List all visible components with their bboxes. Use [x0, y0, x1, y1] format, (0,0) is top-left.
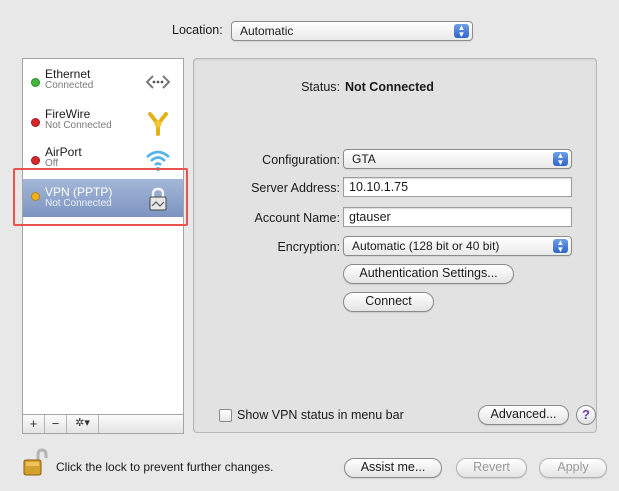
show-vpn-status-checkbox[interactable] [219, 409, 232, 422]
service-name: FireWire [45, 107, 91, 121]
revert-button[interactable]: Revert [456, 458, 527, 478]
service-status: Not Connected [45, 120, 112, 131]
ethernet-arrows-icon [145, 75, 171, 89]
status-dot-red [31, 156, 40, 165]
remove-service-button[interactable]: − [45, 415, 67, 433]
add-service-button[interactable]: + [23, 415, 45, 433]
configuration-value: GTA [352, 152, 376, 166]
account-name-label: Account Name: [254, 211, 340, 225]
service-name: AirPort [45, 145, 82, 159]
popup-arrows-icon: ▲ ▼ [454, 24, 469, 39]
status-label: Status: [301, 80, 340, 94]
server-address-field[interactable]: 10.10.1.75 [343, 177, 572, 197]
encryption-value: Automatic (128 bit or 40 bit) [352, 239, 500, 253]
action-menu-button[interactable]: ✲▾ [67, 415, 99, 433]
popup-arrows-icon: ▲ ▼ [553, 152, 568, 167]
server-address-label: Server Address: [251, 181, 340, 195]
service-item-ethernet[interactable]: Ethernet Connected [23, 65, 183, 105]
status-dot-green [31, 78, 40, 87]
service-name: Ethernet [45, 67, 91, 81]
selection-highlight-box [13, 168, 188, 226]
account-name-field[interactable]: gtauser [343, 207, 572, 227]
lock-hint-text: Click the lock to prevent further change… [56, 460, 274, 474]
status-value: Not Connected [345, 80, 434, 94]
encryption-label: Encryption: [277, 240, 340, 254]
connect-button[interactable]: Connect [343, 292, 434, 312]
service-status: Connected [45, 80, 94, 91]
apply-button[interactable]: Apply [539, 458, 607, 478]
popup-arrows-icon: ▲ ▼ [553, 239, 568, 254]
firewire-icon [148, 112, 168, 136]
service-list: Ethernet Connected FireWire Not Connecte… [22, 58, 184, 433]
configuration-label: Configuration: [262, 153, 340, 167]
show-vpn-status-label: Show VPN status in menu bar [237, 408, 404, 422]
location-popup[interactable]: Automatic ▲ ▼ [231, 21, 473, 41]
authentication-settings-button[interactable]: Authentication Settings... [343, 264, 514, 284]
service-list-toolbar: + − ✲▾ [22, 414, 184, 434]
location-value: Automatic [240, 24, 294, 38]
encryption-popup[interactable]: Automatic (128 bit or 40 bit) ▲ ▼ [343, 236, 572, 256]
help-button[interactable]: ? [576, 405, 596, 425]
lock-open-icon[interactable] [22, 448, 48, 478]
status-dot-red [31, 118, 40, 127]
location-label: Location: [172, 23, 223, 37]
advanced-button[interactable]: Advanced... [478, 405, 569, 425]
assist-me-button[interactable]: Assist me... [344, 458, 442, 478]
configuration-popup[interactable]: GTA ▲ ▼ [343, 149, 572, 169]
service-item-firewire[interactable]: FireWire Not Connected [23, 105, 183, 145]
